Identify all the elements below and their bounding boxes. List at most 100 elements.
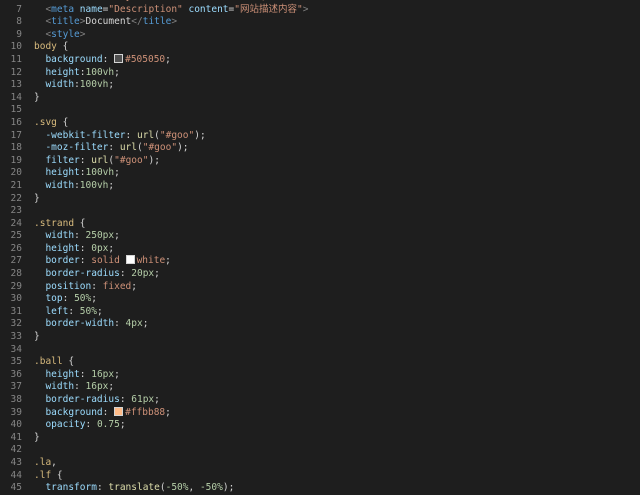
code-token: #505050 (125, 53, 166, 65)
line-number: 19 (10, 154, 22, 166)
code-token: position (45, 280, 92, 292)
code-line[interactable]: 26 height: 0px; (0, 243, 640, 256)
code-line[interactable]: 9 <style> (0, 29, 640, 42)
code-line[interactable]: 41} (0, 432, 640, 445)
code-line[interactable]: 11 background: #505050; (0, 53, 640, 67)
color-swatch-icon[interactable] (125, 255, 135, 265)
code-line[interactable]: 36 height: 16px; (0, 369, 640, 382)
code-token: : (79, 255, 92, 267)
code-text: } (34, 432, 40, 445)
code-line[interactable]: 16 .svg { (0, 117, 640, 130)
code-token: "Description" (108, 3, 189, 15)
code-line[interactable]: 44 .lf { (0, 470, 640, 483)
code-line[interactable]: 17 -webkit-filter: url("#goo"); (0, 130, 640, 143)
code-token: "Keywords" (108, 0, 171, 2)
code-line[interactable]: 7 <meta name="Description" content="网站描述… (0, 4, 640, 17)
line-number: 28 (10, 268, 22, 280)
code-line[interactable]: 15 (0, 104, 640, 117)
line-number: 26 (10, 242, 22, 254)
code-line[interactable]: 21 width:100vh; (0, 180, 640, 193)
code-text: -moz-filter: url("#goo"); (34, 142, 188, 155)
code-token: name (80, 0, 103, 2)
code-token: ); (222, 482, 235, 494)
code-line[interactable]: 39 background: #ffbb88; (0, 406, 640, 420)
code-line[interactable]: 24 .strand { (0, 218, 640, 231)
code-token: .ball (34, 356, 69, 368)
code-line[interactable]: 27 border: solid white; (0, 255, 640, 268)
color-swatch-icon[interactable] (114, 406, 124, 416)
code-token: ; (114, 167, 120, 179)
code-text: width:100vh; (34, 79, 114, 92)
code-line[interactable]: 32 border-width: 4px; (0, 318, 640, 331)
code-line[interactable]: 18 -moz-filter: url("#goo"); (0, 142, 640, 155)
line-number: 11 (10, 53, 22, 65)
code-token: ; (108, 242, 115, 254)
code-line[interactable]: 20 height:100vh; (0, 167, 640, 180)
code-line[interactable]: 43 .la, (0, 457, 640, 470)
code-line[interactable]: 8 <title>Document</title> (0, 16, 640, 29)
code-token: { (62, 41, 69, 53)
code-token: "关键词一,关键词二" (217, 0, 310, 2)
code-line[interactable]: 30 top: 50%; (0, 293, 640, 306)
code-token: 0.75 (96, 419, 120, 431)
code-token: name (79, 3, 103, 15)
code-line[interactable]: 34 (0, 344, 640, 357)
code-token: 100vh (85, 66, 115, 78)
code-line[interactable]: 13 width:100vh; (0, 79, 640, 92)
code-line[interactable]: 35 .ball { (0, 356, 640, 369)
code-line[interactable]: 29 position: fixed; (0, 281, 640, 294)
code-line[interactable]: 28 border-radius: 20px; (0, 268, 640, 281)
code-text: .strand { (34, 218, 86, 231)
code-token: fixed (102, 280, 132, 292)
code-token: "#goo" (114, 154, 149, 166)
code-line[interactable]: 40 opacity: 0.75; (0, 419, 640, 432)
code-text: filter: url("#goo"); (34, 154, 159, 168)
code-token: : (119, 394, 132, 405)
code-text: .ball { (34, 356, 74, 369)
code-line[interactable]: 37 width: 16px; (0, 381, 640, 394)
code-text: height: 0px; (34, 243, 114, 256)
code-line[interactable]: 25 width: 250px; (0, 230, 640, 243)
code-line[interactable]: 12 height:100vh; (0, 67, 640, 80)
line-number: 24 (10, 217, 22, 229)
code-line[interactable]: 22} (0, 193, 640, 206)
code-text: width: 16px; (34, 381, 114, 394)
line-number: 25 (10, 230, 22, 242)
code-token: width (45, 79, 75, 91)
code-token: "网站描述内容" (234, 3, 303, 15)
line-number: 31 (10, 305, 22, 317)
line-number: 18 (10, 142, 22, 154)
code-line[interactable]: 19 filter: url("#goo"); (0, 155, 640, 168)
code-text: border-radius: 61px; (34, 394, 159, 407)
code-line[interactable]: 42 (0, 444, 640, 457)
code-token: ; (165, 406, 171, 418)
line-number: 27 (10, 255, 22, 267)
code-line[interactable]: 23 (0, 205, 640, 218)
code-text: -webkit-filter: url("#goo"); (34, 130, 205, 143)
code-line[interactable]: 45 transform: translate(-50%, -50%); (0, 482, 640, 495)
code-token: .la (34, 456, 52, 468)
color-swatch-icon[interactable] (114, 53, 124, 63)
code-token: "#goo" (142, 142, 178, 154)
code-line[interactable]: 33} (0, 331, 640, 344)
code-token: { (62, 116, 69, 128)
code-line[interactable]: 38 border-radius: 61px; (0, 394, 640, 407)
code-token: : (62, 293, 75, 305)
code-editor[interactable]: 6 <meta name="Keywords" content="关键词一,关键… (0, 0, 640, 495)
code-token: title (51, 16, 80, 28)
code-token: width (45, 381, 75, 393)
code-token: 20px (131, 268, 155, 280)
code-line[interactable]: 10 body { (0, 41, 640, 54)
code-text: .la, (34, 457, 57, 470)
code-line[interactable]: 31 left: 50%; (0, 306, 640, 319)
code-line[interactable]: 14} (0, 92, 640, 105)
code-lines[interactable]: 6 <meta name="Keywords" content="关键词一,关键… (0, 0, 640, 495)
code-token: 100vh (79, 179, 109, 191)
